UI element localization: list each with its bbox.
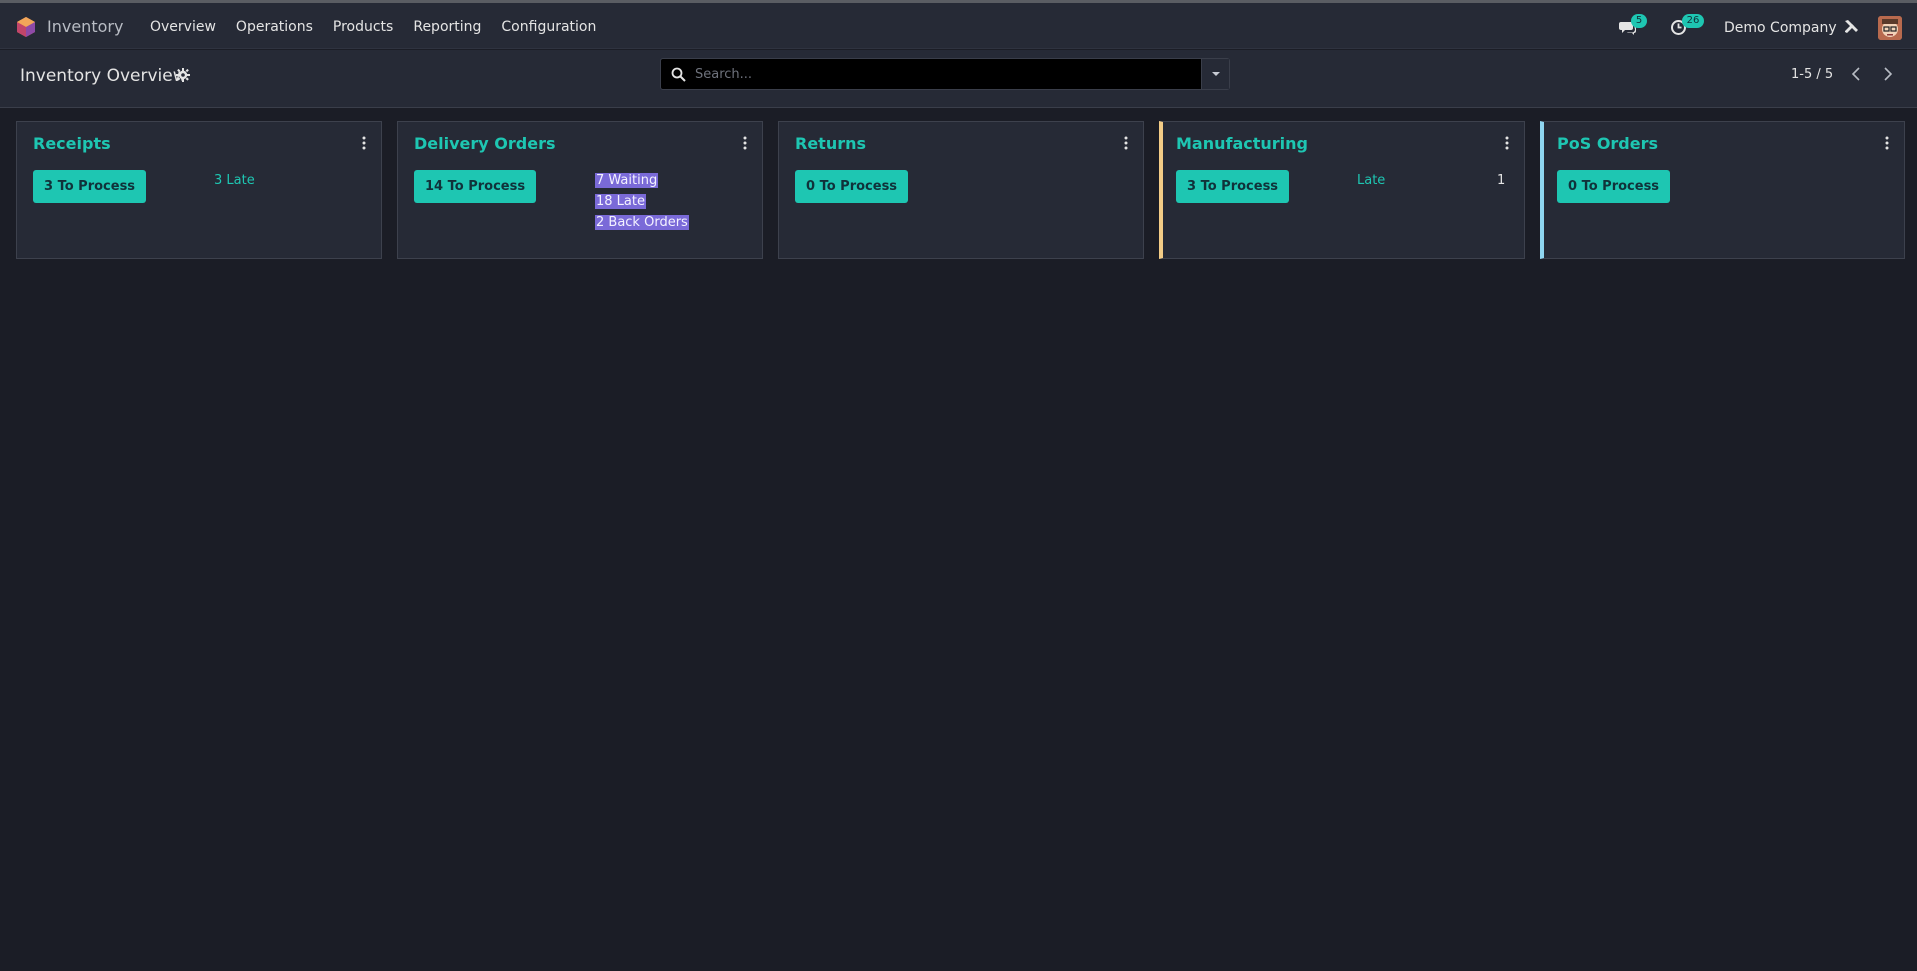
card-title[interactable]: Returns [795, 134, 866, 153]
to-process-button[interactable]: 3 To Process [33, 170, 147, 203]
kebab-menu-icon[interactable] [743, 136, 747, 150]
avatar-face-icon [1878, 16, 1902, 40]
to-process-button[interactable]: 3 To Process [1176, 170, 1290, 203]
late-link[interactable]: 3 Late [214, 173, 255, 188]
card-pos-orders: PoS Orders 0 To Process [1540, 121, 1905, 259]
waiting-link[interactable]: 7 Waiting [595, 173, 659, 188]
app-name[interactable]: Inventory [47, 17, 123, 36]
page-title: Inventory Overview [20, 66, 187, 86]
search-input[interactable] [695, 59, 1195, 89]
menu-configuration[interactable]: Configuration [491, 19, 606, 35]
kebab-menu-icon[interactable] [1505, 136, 1509, 150]
chat-badge: 5 [1631, 14, 1647, 28]
search-options-toggle[interactable] [1201, 59, 1229, 89]
top-menu: Overview Operations Products Reporting C… [140, 19, 606, 35]
to-process-button[interactable]: 0 To Process [795, 170, 909, 203]
card-returns: Returns 0 To Process [778, 121, 1144, 259]
menu-overview[interactable]: Overview [140, 19, 226, 35]
kebab-menu-icon[interactable] [1885, 136, 1889, 150]
activity-badge: 26 [1682, 14, 1704, 28]
card-title[interactable]: Receipts [33, 134, 111, 153]
control-panel: Inventory Overview 1-5 / 5 [0, 50, 1917, 108]
tools-icon[interactable] [1843, 18, 1860, 35]
main-navbar: Inventory Overview Operations Products R… [0, 3, 1917, 49]
menu-products[interactable]: Products [323, 19, 403, 35]
kebab-menu-icon[interactable] [362, 136, 366, 150]
card-title[interactable]: PoS Orders [1557, 134, 1658, 153]
late-link[interactable]: 18 Late [595, 194, 646, 209]
chevron-left-icon[interactable] [1849, 66, 1863, 82]
chevron-right-icon[interactable] [1881, 66, 1895, 82]
search-bar [660, 58, 1230, 90]
odoo-logo-icon[interactable] [15, 16, 37, 38]
to-process-button[interactable]: 0 To Process [1557, 170, 1671, 203]
kebab-menu-icon[interactable] [1124, 136, 1128, 150]
card-manufacturing: Manufacturing 3 To Process Late 1 [1159, 121, 1525, 259]
card-delivery-orders: Delivery Orders 14 To Process 7 Waiting … [397, 121, 763, 259]
late-link[interactable]: Late [1357, 173, 1385, 188]
pager-value[interactable]: 1-5 / 5 [1791, 67, 1833, 82]
company-switcher[interactable]: Demo Company [1724, 20, 1837, 36]
card-receipts: Receipts 3 To Process 3 Late [16, 121, 382, 259]
back-orders-link[interactable]: 2 Back Orders [595, 215, 689, 230]
search-icon [671, 67, 686, 82]
late-count: 1 [1497, 173, 1506, 188]
avatar[interactable] [1878, 16, 1902, 40]
gear-icon[interactable] [176, 68, 190, 82]
menu-operations[interactable]: Operations [226, 19, 323, 35]
menu-reporting[interactable]: Reporting [403, 19, 491, 35]
to-process-button[interactable]: 14 To Process [414, 170, 537, 203]
card-title[interactable]: Manufacturing [1176, 134, 1308, 153]
card-title[interactable]: Delivery Orders [414, 134, 555, 153]
